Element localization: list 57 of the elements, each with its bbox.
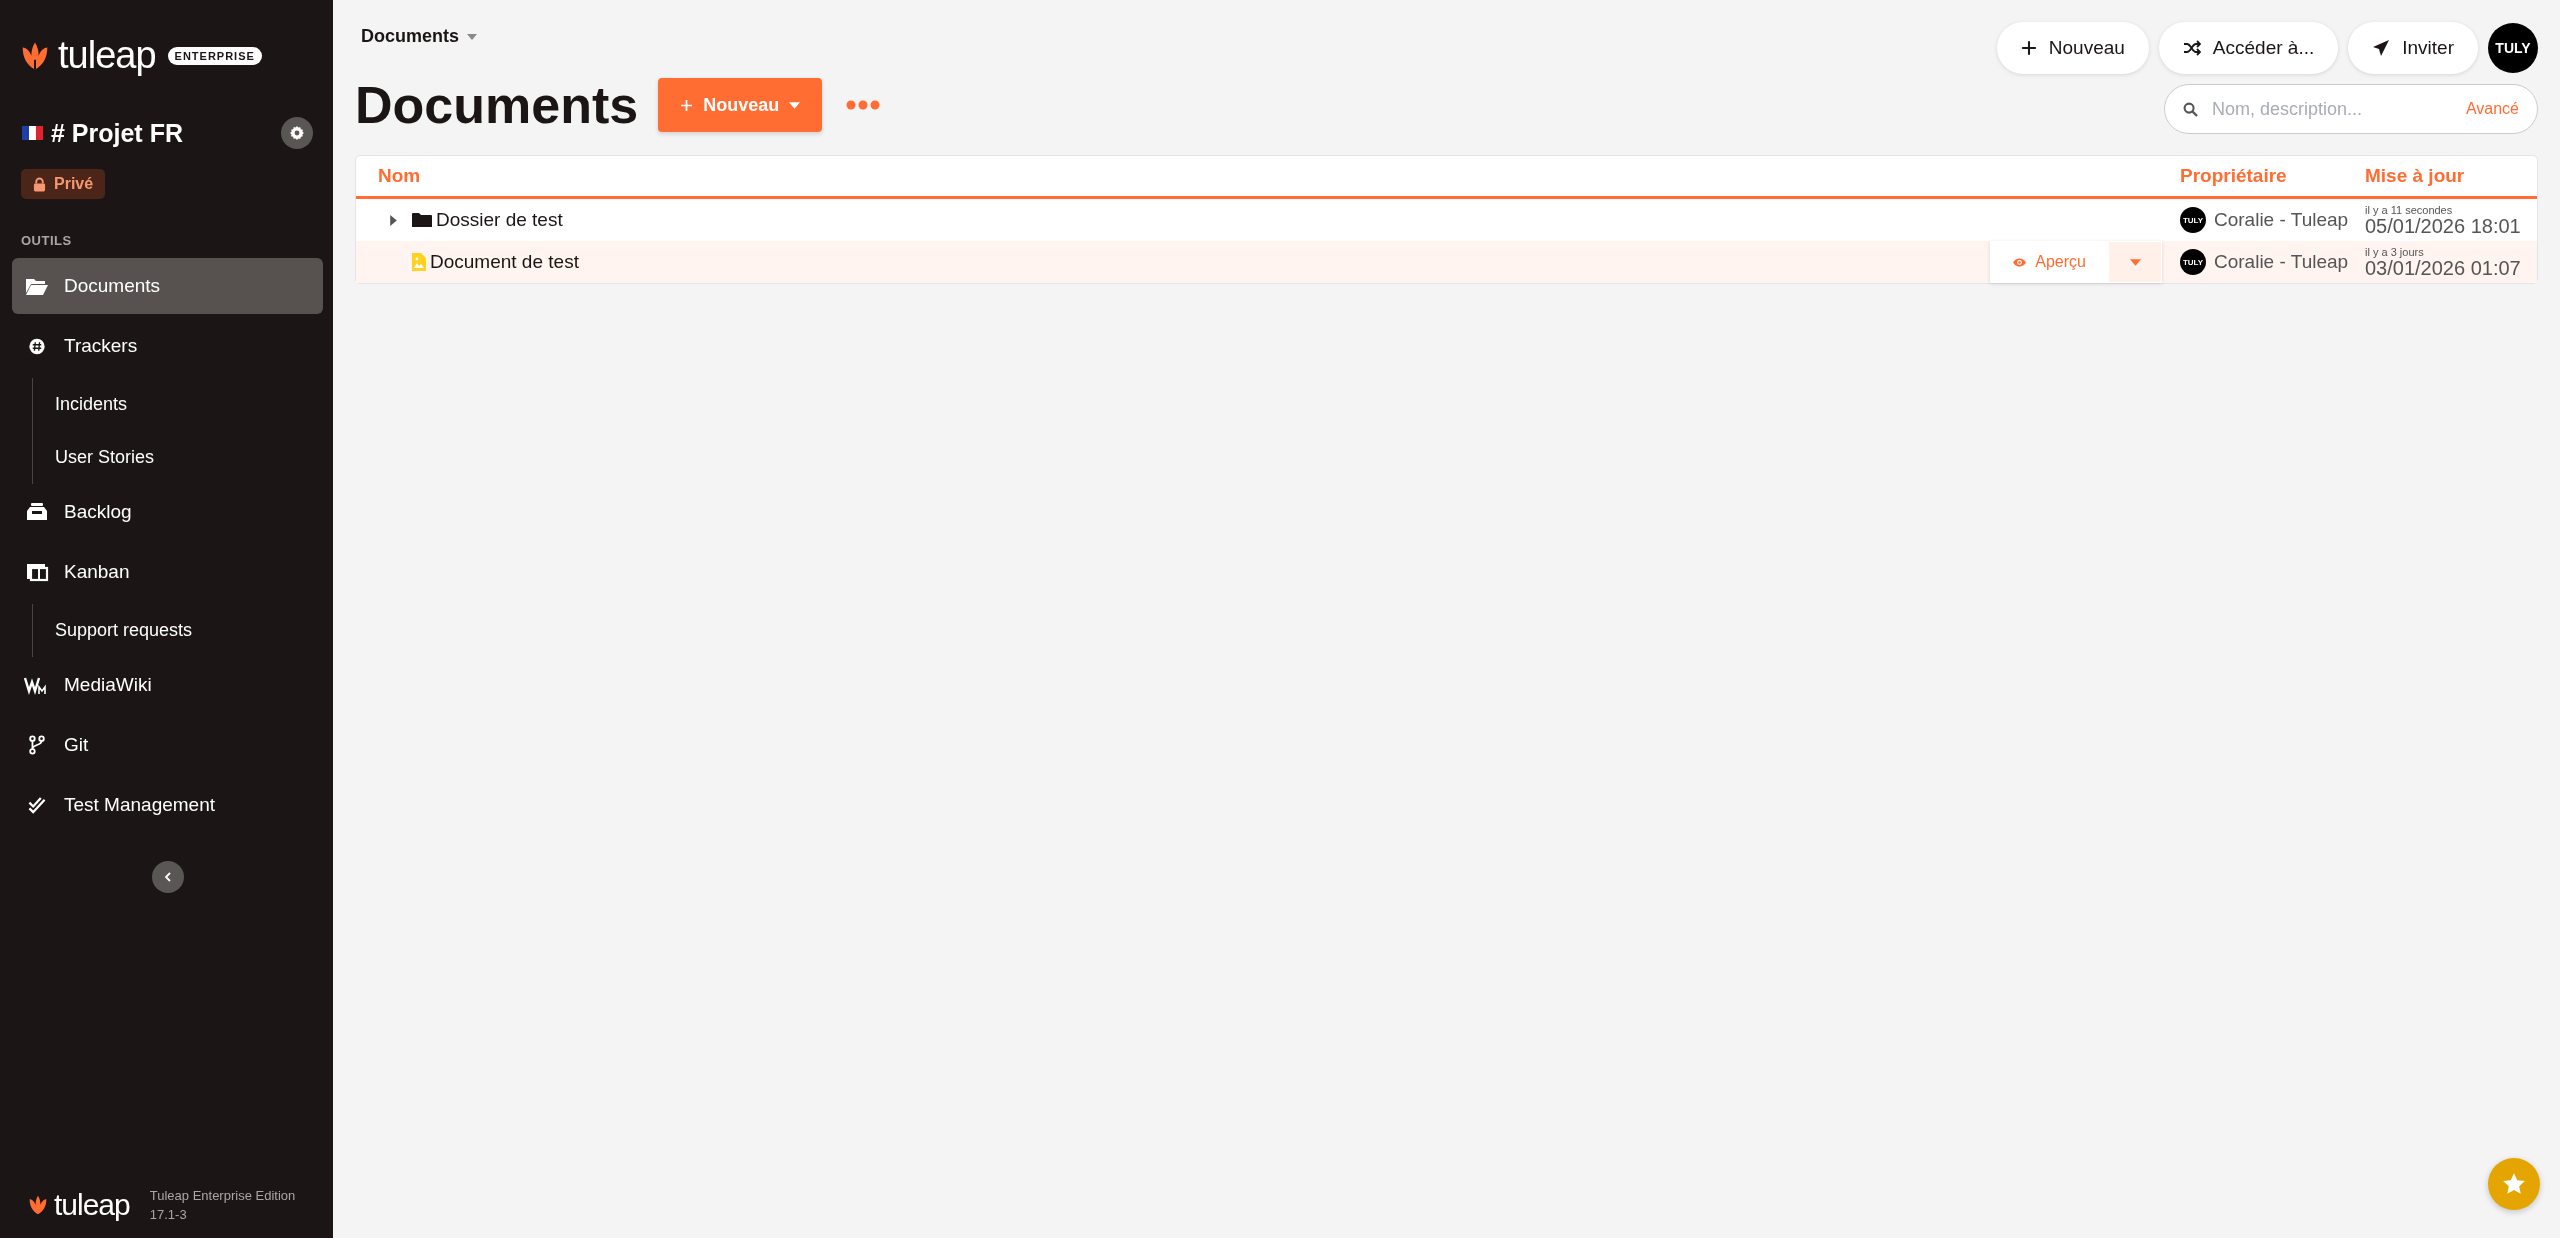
owner-avatar: TULY	[2180, 249, 2206, 275]
project-title[interactable]: # Projet FR	[51, 118, 273, 148]
sidebar-item[interactable]: Git	[12, 717, 323, 773]
document-link[interactable]: Document de test	[430, 251, 579, 273]
more-icon	[846, 100, 881, 110]
french-flag-icon	[22, 126, 43, 140]
update-date: 05/01/2026 18:01	[2365, 215, 2522, 236]
caret-icon	[789, 101, 801, 109]
relative-time: il y a 3 jours	[2365, 246, 2425, 258]
eye-icon	[2012, 256, 2028, 268]
collapse-sidebar-button[interactable]	[151, 861, 184, 893]
search-icon	[2183, 101, 2198, 117]
tuleap-logo[interactable]: tuleap	[58, 34, 156, 77]
settings-icon	[289, 125, 305, 141]
user-avatar[interactable]: TULY	[2488, 23, 2538, 73]
breadcrumb-menu[interactable]: Documents	[361, 26, 477, 47]
sidebar-subitem[interactable]: Incidents	[33, 378, 323, 431]
header-button[interactable]: Accéder à...	[2158, 22, 2339, 74]
header-button[interactable]: Nouveau	[1996, 22, 2149, 74]
caret-icon	[467, 33, 477, 40]
sidebar-item[interactable]: Test Management	[12, 777, 323, 833]
columns-icon	[24, 562, 50, 582]
sidebar-subitem[interactable]: Support requests	[33, 604, 323, 657]
caret-icon	[2129, 258, 2141, 266]
header-button[interactable]: Inviter	[2348, 22, 2478, 74]
document-link[interactable]: Dossier de test	[436, 209, 563, 231]
owner-name[interactable]: Coralie - Tuleap	[2214, 209, 2349, 231]
section-heading: OUTILS	[21, 233, 73, 248]
plus-icon	[680, 98, 694, 112]
tuleap-logo: tuleap	[54, 1188, 130, 1222]
sidebar-item[interactable]: Backlog	[12, 484, 323, 540]
relative-time: il y a 11 secondes	[2365, 204, 2454, 216]
inbox-icon	[24, 502, 50, 522]
folder-icon	[24, 276, 50, 296]
sidebar-item[interactable]: Trackers	[12, 318, 323, 374]
edition-name: Tuleap Enterprise Edition	[149, 1187, 296, 1205]
update-date: 03/01/2026 01:07	[2365, 257, 2522, 278]
settings-button[interactable]	[281, 117, 313, 149]
edition-badge: ENTERPRISE	[167, 46, 262, 65]
lock-icon	[33, 176, 46, 192]
page-title: Documents	[355, 75, 639, 135]
plus-icon	[2020, 40, 2037, 56]
paper-plane-icon	[2372, 39, 2391, 57]
sidebar-item[interactable]: Kanban	[12, 544, 323, 600]
privacy-label: Privé	[54, 175, 94, 193]
shuffle-icon	[2182, 40, 2201, 56]
image-file-icon	[412, 253, 426, 271]
tulip-logo-icon	[28, 1194, 48, 1216]
sidebar-item[interactable]: Documents	[12, 258, 323, 314]
owner-name[interactable]: Coralie - Tuleap	[2214, 251, 2349, 273]
version-number: 17.1-3	[149, 1206, 188, 1224]
folder-icon	[412, 212, 432, 228]
sidebar-item[interactable]: MediaWiki	[12, 657, 323, 713]
sidebar-subitem[interactable]: User Stories	[33, 431, 323, 484]
expand-triangle-icon[interactable]	[389, 214, 397, 226]
owner-avatar: TULY	[2180, 207, 2206, 233]
star-icon	[2501, 1171, 2527, 1197]
